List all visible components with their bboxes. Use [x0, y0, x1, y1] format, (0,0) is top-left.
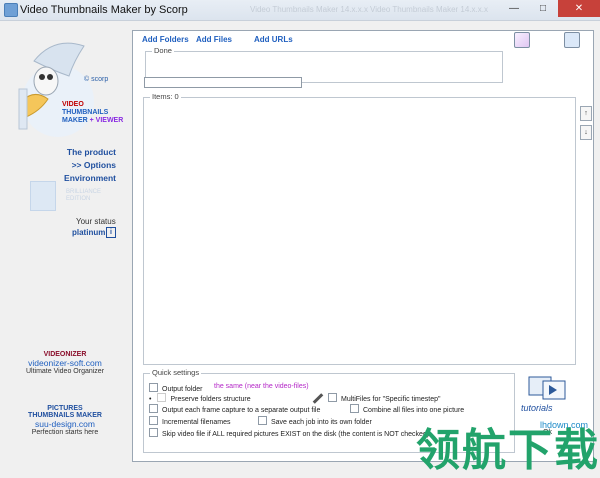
combine-option[interactable]: Combine all files into one picture [350, 404, 464, 414]
combine-label: Combine all files into one picture [363, 407, 465, 414]
add-folders-button[interactable]: Add Folders [142, 35, 189, 44]
link-options[interactable]: >> Options [72, 160, 116, 170]
output-folder-label: Output folder [162, 386, 203, 393]
panel-toggle-icon[interactable] [564, 32, 580, 48]
items-count-label: Items: 0 [150, 92, 181, 101]
status-value: platinum [72, 228, 106, 237]
incremental-option[interactable]: Incremental filenames [149, 416, 230, 426]
save-each-job-option[interactable]: Save each job into its own folder [258, 416, 372, 426]
quick-settings-label: Quick settings [150, 368, 202, 377]
save-each-job-checkbox[interactable] [258, 416, 267, 425]
each-frame-checkbox[interactable] [149, 404, 158, 413]
tutorials-button[interactable]: tutorials [519, 373, 575, 417]
skip-video-label: Skip video file if ALL required pictures… [162, 431, 430, 438]
logo-line-video: VIDEO [62, 101, 84, 108]
pictures-title: PICTURES [47, 405, 83, 412]
each-frame-option[interactable]: Output each frame capture to a separate … [149, 404, 320, 414]
output-folder-value[interactable]: the same (near the video-files) [214, 383, 309, 390]
app-icon [4, 3, 18, 17]
minimize-button[interactable]: — [500, 0, 528, 17]
ghost-title: Video Thumbnails Maker 14.x.x.x [370, 5, 488, 14]
videonizer-site[interactable]: videonizer-soft.com [0, 358, 130, 368]
brilliance-badge-icon [30, 181, 56, 211]
output-folder-checkbox[interactable] [149, 383, 158, 392]
each-frame-label: Output each frame capture to a separate … [162, 407, 321, 414]
info-icon[interactable]: i [106, 227, 116, 238]
logo-line-maker: MAKER [62, 117, 88, 124]
window-title: Video Thumbnails Maker by Scorp [20, 4, 188, 16]
add-urls-button[interactable]: Add URLs [254, 35, 293, 44]
multifiles-label: MultiFiles for "Specific timestep" [341, 396, 441, 403]
incremental-label: Incremental filenames [162, 419, 231, 426]
combine-checkbox[interactable] [350, 404, 359, 413]
scorp-label: © scorp [84, 76, 109, 83]
move-down-button[interactable]: ↓ [580, 125, 592, 140]
videonizer-promo[interactable]: VIDEONIZER videonizer-soft.com Ultimate … [0, 351, 130, 375]
videonizer-tagline: Ultimate Video Organizer [25, 368, 105, 375]
logo-line-thumbnails: THUMBNAILS [62, 109, 109, 116]
ghost-title: Video Thumbnails Maker 14.x.x.x [250, 5, 368, 14]
title-bar: Video Thumbnails Maker by Scorp Video Th… [0, 0, 600, 21]
main-panel: Add Folders Add Files Add URLs Done Item… [132, 30, 594, 462]
product-logo-text: VIDEO THUMBNAILS MAKER + VIEWER [62, 101, 123, 125]
preserve-folders-label: Preserve folders structure [170, 396, 251, 403]
multifiles-checkbox[interactable] [328, 393, 337, 402]
pencil-icon[interactable] [312, 393, 324, 404]
progress-bar [144, 77, 302, 88]
pictures-promo[interactable]: PICTURES THUMBNAILS MAKER suu-design.com… [0, 405, 130, 436]
bullet-icon: • [149, 396, 152, 403]
close-button[interactable]: ✕ [558, 0, 600, 17]
save-each-job-label: Save each job into its own folder [271, 419, 372, 426]
videonizer-title: VIDEONIZER [43, 351, 87, 358]
export-icon[interactable] [514, 32, 530, 48]
status-done-label: Done [152, 46, 174, 55]
pictures-site[interactable]: suu-design.com [0, 419, 130, 429]
items-list[interactable]: Items: 0 [143, 92, 576, 365]
skip-video-checkbox[interactable] [149, 428, 158, 437]
pictures-tagline: Perfection starts here [31, 429, 99, 436]
sidebar: © scorp VIDEO THUMBNAILS MAKER + VIEWER … [0, 21, 130, 473]
output-folder-option[interactable]: Output folder [149, 383, 202, 393]
preserve-folders-option[interactable]: • Preserve folders structure [149, 393, 251, 403]
multifiles-option[interactable]: MultiFiles for "Specific timestep" [328, 393, 441, 403]
status-label: Your status [76, 217, 116, 226]
move-up-button[interactable]: ↑ [580, 106, 592, 121]
tutorials-label: tutorials [521, 403, 553, 413]
tutorials-icon [528, 376, 566, 400]
skip-video-option[interactable]: Skip video file if ALL required pictures… [149, 428, 429, 438]
link-the-product[interactable]: The product [67, 147, 116, 157]
brilliance-edition-label: BRILLIANCE EDITION [66, 189, 102, 202]
add-files-button[interactable]: Add Files [196, 35, 232, 44]
watermark-url: lhdown.com [540, 420, 589, 430]
logo-line-viewer: VIEWER [95, 117, 124, 124]
link-environment[interactable]: Environment [64, 173, 116, 183]
preserve-folders-checkbox[interactable] [157, 393, 167, 402]
pictures-title2: THUMBNAILS MAKER [28, 412, 102, 419]
incremental-checkbox[interactable] [149, 416, 158, 425]
maximize-button[interactable]: □ [529, 0, 557, 17]
logo-plus: + [87, 117, 96, 124]
